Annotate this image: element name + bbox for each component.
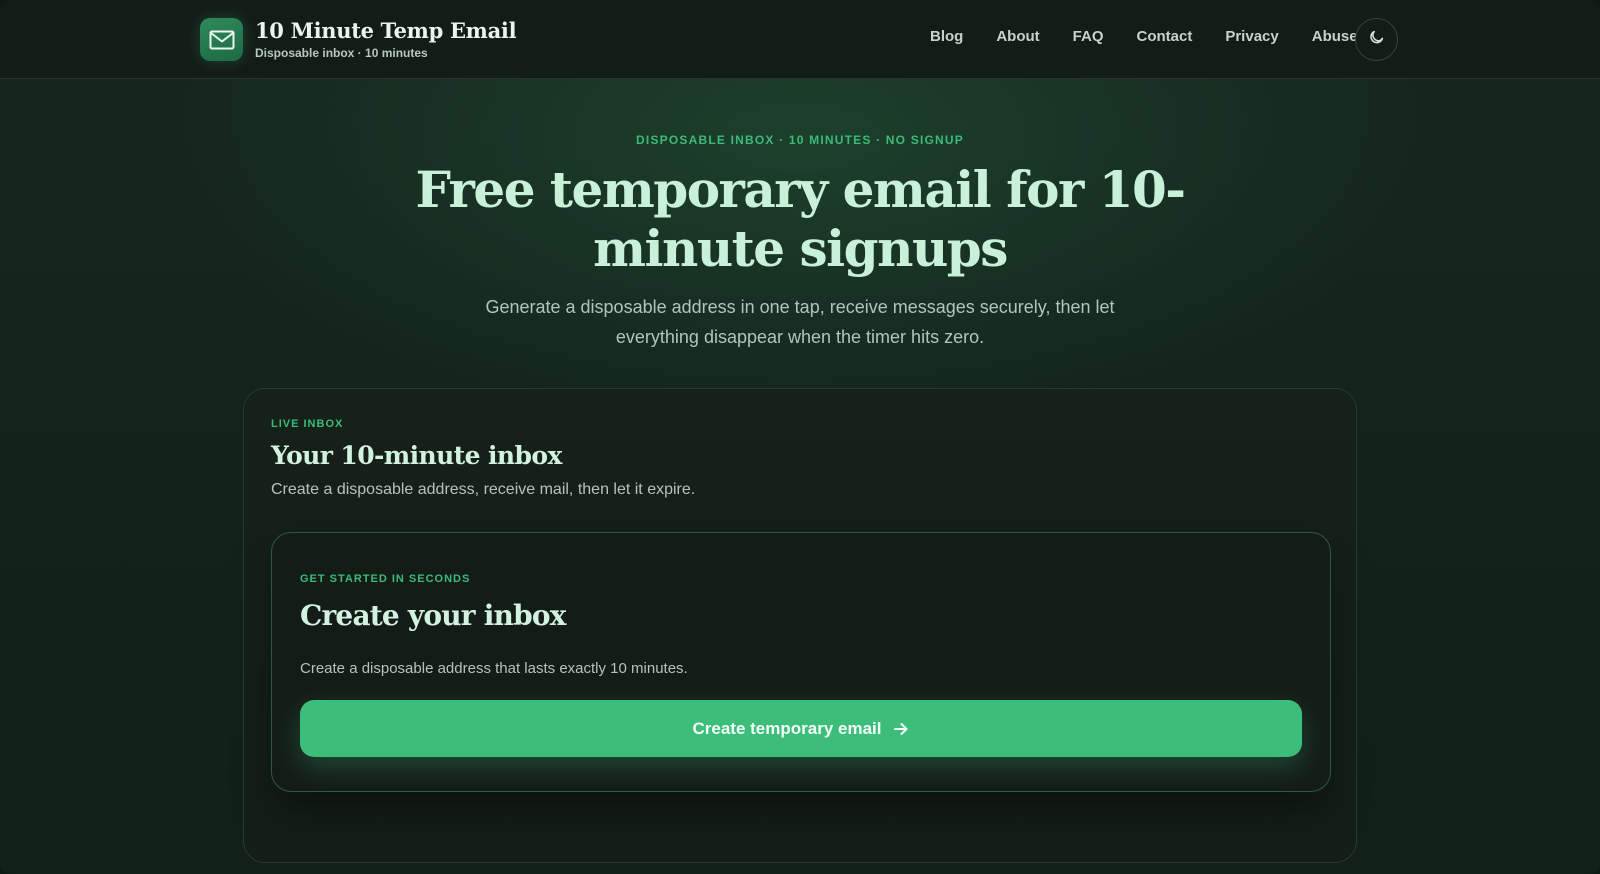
- main-nav: Blog About FAQ Contact Privacy Abuse: [930, 28, 1391, 45]
- mail-icon: [200, 18, 243, 61]
- nav-link-abuse[interactable]: Abuse: [1312, 28, 1358, 45]
- create-temporary-email-label: Create temporary email: [692, 718, 882, 738]
- arrow-right-icon: [893, 721, 909, 737]
- moon-icon: [1369, 29, 1385, 50]
- nav-link-about[interactable]: About: [996, 28, 1039, 45]
- page-title: Free temporary email for 10-minute signu…: [415, 160, 1186, 278]
- create-inbox-eyebrow: GET STARTED IN SECONDS: [300, 573, 471, 585]
- theme-toggle-button[interactable]: [1355, 18, 1398, 61]
- brand-title: 10 Minute Temp Email: [255, 18, 517, 43]
- inbox-card: LIVE INBOX Your 10-minute inbox Create a…: [243, 388, 1357, 863]
- create-inbox-title: Create your inbox: [300, 599, 566, 632]
- nav-link-contact[interactable]: Contact: [1137, 28, 1193, 45]
- hero-eyebrow: DISPOSABLE INBOX · 10 MINUTES · NO SIGNU…: [636, 133, 964, 147]
- brand-subtitle: Disposable inbox · 10 minutes: [255, 46, 428, 60]
- nav-link-privacy[interactable]: Privacy: [1225, 28, 1278, 45]
- brand[interactable]: 10 Minute Temp Email Disposable inbox · …: [200, 18, 517, 61]
- inbox-eyebrow: LIVE INBOX: [271, 418, 344, 430]
- nav-link-faq[interactable]: FAQ: [1073, 28, 1104, 45]
- top-navigation-bar: 10 Minute Temp Email Disposable inbox · …: [0, 0, 1600, 79]
- hero-description: Generate a disposable address in one tap…: [485, 297, 1115, 347]
- inbox-title: Your 10-minute inbox: [271, 441, 562, 470]
- create-inbox-description: Create a disposable address that lasts e…: [300, 660, 688, 677]
- inbox-description: Create a disposable address, receive mai…: [271, 481, 696, 498]
- nav-link-blog[interactable]: Blog: [930, 28, 963, 45]
- create-inbox-panel: GET STARTED IN SECONDS Create your inbox…: [271, 532, 1331, 792]
- create-temporary-email-button[interactable]: Create temporary email: [300, 700, 1302, 757]
- app-window: 10 Minute Temp Email Disposable inbox · …: [0, 0, 1600, 874]
